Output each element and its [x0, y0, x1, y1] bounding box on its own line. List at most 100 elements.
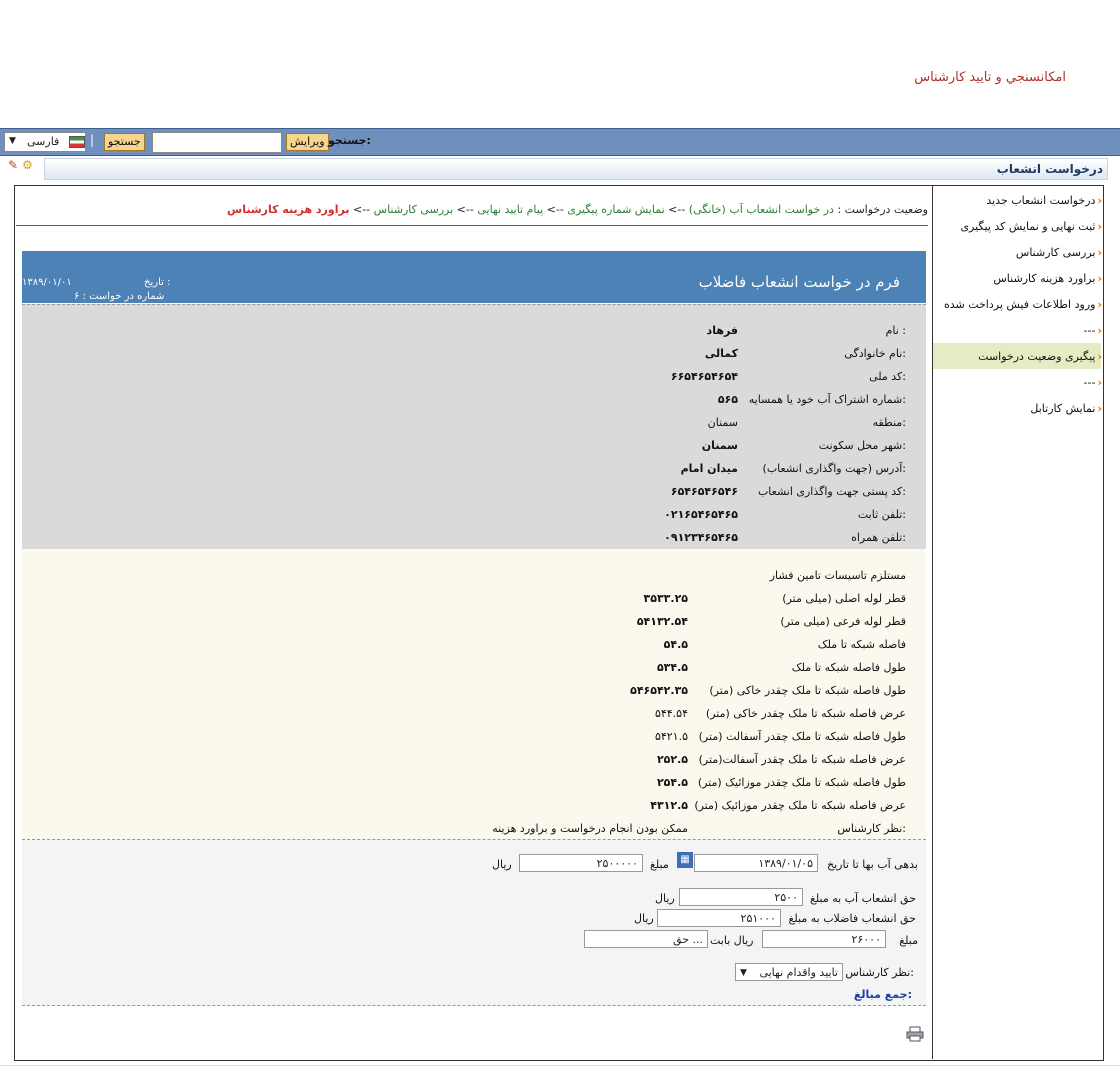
technical-field-label: طول فاصله شبکه تا ملک — [791, 661, 906, 674]
technical-field-label: قطر لوله اصلی (میلی متر) — [782, 592, 906, 605]
sidebar-item-new-request[interactable]: درخواست انشعاب جدید › — [986, 194, 1102, 207]
calendar-icon[interactable]: ▦ — [677, 852, 693, 868]
other-amount-label: مبلغ — [899, 934, 918, 947]
section-header: درخواست انشعاب — [44, 158, 1108, 180]
settings-gear-icon[interactable]: ⚙ — [22, 158, 36, 172]
applicant-field-label: منطقه: — [872, 416, 906, 429]
search-input[interactable] — [152, 132, 282, 153]
total-amount-label: جمع مبالغ: — [853, 988, 912, 1001]
technical-field-value: ۲۵۲.۵ — [656, 753, 688, 766]
request-number-value: ۶ — [74, 291, 80, 302]
request-status-breadcrumb: وضعیت درخواست : در خواست انشعاب آب (خانگ… — [20, 203, 928, 216]
debt-amount-field[interactable]: ۲۵۰۰۰۰۰ — [519, 854, 643, 872]
chevron-left-icon: › — [1097, 350, 1102, 363]
other-reason-field[interactable]: حق ... — [584, 930, 708, 948]
applicant-field-label: نام : — [885, 324, 906, 337]
final-opinion-value: تایید واقدام نهایی — [759, 966, 838, 979]
technical-field-value: ۵۴۶۵۴۲.۳۵ — [630, 684, 688, 697]
status-prefix: وضعیت درخواست : — [833, 203, 928, 216]
sidebar-item-final-register[interactable]: ثبت نهایی و نمایش کد پیگیری › — [960, 220, 1102, 233]
chevron-left-icon: › — [1097, 376, 1102, 389]
sidebar-item-payment-entry[interactable]: ورود اطلاعات فیش پرداخت شده › — [944, 298, 1102, 311]
applicant-field-label: تلفن ثابت: — [857, 508, 906, 521]
applicant-field-value: میدان امام — [680, 462, 738, 475]
technical-field-label: عرض فاصله شبکه تا ملک چقدر آسفالت(متر) — [698, 753, 906, 766]
applicant-field-value: ۰۹۱۲۳۴۶۵۴۶۵ — [664, 531, 738, 544]
other-rial-label: ریال بابت — [710, 934, 754, 947]
status-arrow: --> — [349, 203, 374, 216]
technical-field-value: ۳۵۳۳.۲۵ — [643, 592, 688, 605]
applicant-field-value: ۰۲۱۶۵۴۶۵۴۶۵ — [664, 508, 738, 521]
sidebar-item-label: ثبت نهایی و نمایش کد پیگیری — [960, 220, 1096, 233]
sidebar-item-cartable[interactable]: نمایش کارتابل › — [1030, 402, 1102, 415]
status-arrow: --> — [543, 203, 568, 216]
technical-field-value: ۵۳۴.۵ — [656, 661, 688, 674]
debt-date-field[interactable]: ۱۳۸۹/۰۱/۰۵ — [694, 854, 818, 872]
sewer-branch-amount-field[interactable]: ۲۵۱۰۰۰ — [657, 909, 781, 927]
applicant-field-label: نام خانوادگی: — [844, 347, 906, 360]
technical-field-label: طول فاصله شبکه تا ملک چقدر آسفالت (متر) — [698, 730, 906, 743]
debt-amount-label: مبلغ — [650, 858, 669, 871]
technical-field-label: قطر لوله فرعی (میلی متر) — [780, 615, 906, 628]
sewer-rial-label: ریال — [634, 912, 654, 925]
sidebar-item-label: --- — [1083, 324, 1096, 337]
technical-field-label: عرض فاصله شبکه تا ملک چقدر خاکی (متر) — [705, 707, 906, 720]
iran-flag-icon — [69, 136, 85, 148]
sidebar-item-label: براورد هزینه کارشناس — [993, 272, 1096, 285]
edit-pencil-icon[interactable]: ✎ — [8, 158, 22, 172]
chevron-left-icon: › — [1097, 220, 1102, 233]
language-label: فارسی — [27, 135, 60, 148]
technical-field-value: ۵۴۲۱.۵ — [654, 730, 688, 743]
search-button[interactable]: جستجو — [104, 133, 145, 151]
sidebar-item-label: ورود اطلاعات فیش پرداخت شده — [943, 298, 1096, 311]
water-branch-amount-field[interactable]: ۲۵۰۰ — [679, 888, 803, 906]
sidebar-item-expert-review[interactable]: بررسی کارشناس › — [1016, 246, 1102, 259]
status-step: پیام تایید نهایی — [477, 203, 544, 216]
header-icons: ✎ ⚙ — [8, 158, 36, 172]
applicant-field-value: ۵۶۵ — [717, 393, 738, 406]
technical-heading: مستلزم تاسیسات تامین فشار — [769, 569, 906, 582]
debt-label: بدهی آب بها تا تاریخ — [827, 858, 918, 871]
sidebar-item-label: نمایش کارتابل — [1030, 402, 1096, 415]
form-banner: فرم در خواست انشعاب فاضلاب تاریخ : ۱۳۸۹/… — [22, 251, 926, 303]
other-amount-field[interactable]: ۲۶۰۰۰ — [762, 930, 886, 948]
page-bottom-rule — [0, 1065, 1120, 1066]
chevron-left-icon: › — [1097, 402, 1102, 415]
print-icon[interactable] — [906, 1026, 924, 1042]
technical-field-value: ۵۴۱۳۲.۵۴ — [636, 615, 688, 628]
sewer-branch-label: حق انشعاب فاضلاب به مبلغ — [788, 912, 916, 925]
applicant-field-label: شماره اشتراک آب خود یا همسایه: — [748, 393, 906, 406]
status-step: نمایش شماره پیگیری — [567, 203, 665, 216]
language-select[interactable]: ▼ فارسی — [4, 132, 86, 152]
applicant-field-value: سمنان — [707, 416, 738, 429]
sidebar — [932, 186, 1103, 1059]
top-toolbar: ▼ فارسی | جستجو ویرایش جستجو: — [0, 128, 1120, 156]
sidebar-item-cost-estimate[interactable]: براورد هزینه کارشناس › — [993, 272, 1102, 285]
technical-field-value: ۵۴.۵ — [663, 638, 688, 651]
sidebar-item-track-status[interactable]: پیگیری وضعیت درخواست › — [978, 350, 1102, 363]
technical-field-value: ۲۵۴.۵ — [656, 776, 688, 789]
applicant-field-label: آدرس (جهت واگذاری انشعاب): — [762, 462, 906, 475]
applicant-field-value: سمنان — [701, 439, 738, 452]
form-title: فرم در خواست انشعاب فاضلاب — [698, 273, 900, 291]
app-title: امکانسنجي و تاييد کارشناس — [914, 70, 1066, 85]
request-number-label: شماره در خواست : — [82, 291, 165, 302]
expert-opinion-value: ممکن بودن انجام درخواست و براورد هزینه — [492, 822, 688, 835]
form-date-label: تاریخ : — [144, 277, 171, 288]
applicant-field-label: کد ملی: — [869, 370, 906, 383]
status-step: در خواست انشعاب آب (خانگی) — [688, 203, 834, 216]
chevron-left-icon: › — [1097, 298, 1102, 311]
debt-rial-label: ریال — [492, 858, 512, 871]
chevron-left-icon: › — [1097, 246, 1102, 259]
final-opinion-select[interactable]: تایید واقدام نهایی ▼ — [735, 963, 843, 981]
status-divider — [16, 225, 928, 226]
chevron-down-icon: ▼ — [740, 968, 747, 978]
technical-field-label: فاصله شبکه تا ملک — [817, 638, 906, 651]
technical-field-value: ۵۴۴.۵۴ — [654, 707, 688, 720]
chevron-down-icon: ▼ — [9, 136, 16, 146]
edit-button[interactable]: ویرایش — [286, 133, 329, 151]
expert-opinion-label: نظر کارشناس: — [837, 822, 906, 835]
applicant-field-value: کمالی — [704, 347, 738, 360]
sidebar-item-divider: --- › — [1084, 376, 1102, 389]
applicant-field-label: کد پستی جهت واگذاری انشعاب: — [757, 485, 906, 498]
